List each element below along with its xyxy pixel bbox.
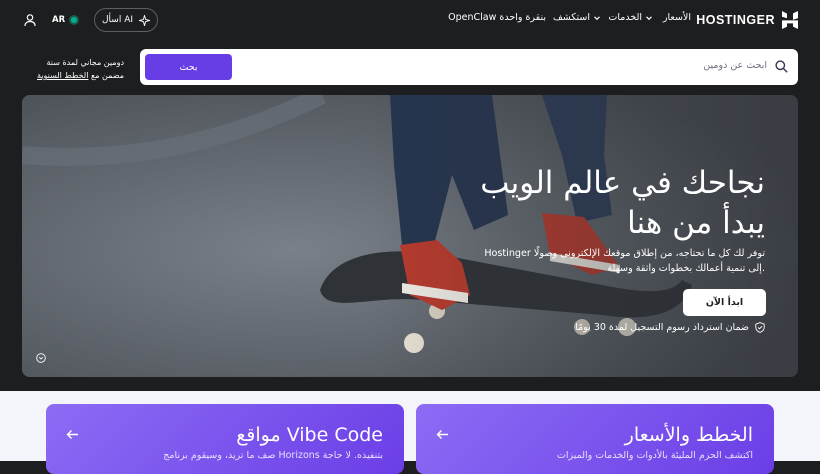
chevron-down-icon [594,15,600,20]
pause-icon[interactable] [36,353,46,363]
hostinger-logo-icon [782,11,798,29]
ask-ai-button[interactable]: اسأل AI [94,8,158,32]
search-input[interactable]: ابحث عن دومين [703,60,767,71]
pricing-card[interactable]: الخطط والأسعار اكتشف الحزم المليئة بالأد… [416,404,774,474]
guarantee-text: ضمان استرداد رسوم التسجيل لمدة 30 يومًا [575,322,749,333]
brand-logo[interactable]: HOSTINGER [696,11,798,29]
ask-ai-label: اسأل AI [102,15,133,25]
card-title: مواقع Vibe Code [236,424,383,446]
status-dot [71,17,78,23]
shield-check-icon [755,322,765,333]
search-button[interactable]: بحث [145,54,232,80]
card-description: صف ما تريد، وسيقوم برنامج Horizons بتنفي… [163,450,383,461]
language-selector[interactable]: AR [52,15,78,25]
nav-services-label: الخدمات [608,12,642,23]
vibe-code-card[interactable]: مواقع Vibe Code صف ما تريد، وسيقوم برنام… [46,404,404,474]
arrow-left-icon [66,430,78,439]
promo-line: دومين مجاني لمدة سنة [46,58,124,67]
features-section: الخطط والأسعار اكتشف الحزم المليئة بالأد… [0,391,820,474]
hero-title-line-2: يبدأ من هنا [627,205,765,241]
brand-name: HOSTINGER [696,13,775,27]
promo-prefix: مضمن مع [90,71,124,80]
arrow-left-icon [436,430,448,439]
search-button-label: بحث [179,61,198,73]
start-now-button[interactable]: ابدأ الآن [683,289,766,316]
language-label: AR [52,15,66,25]
nav-services[interactable]: الخدمات [608,12,653,23]
domain-search-bar: بحث ابحث عن دومين [140,49,798,85]
hero-description: Hostinger توفر لك كل ما تحتاجه، من إطلاق… [484,248,765,274]
hero-banner: نجاحك في عالم الويب يبدأ من هنا Hostinge… [22,95,798,377]
nav-pricing[interactable]: الأسعار [663,12,691,23]
nav-openclaw[interactable]: OpenClaw بنقرة واحدة [448,12,546,23]
hero-title-line: نجاحك في عالم الويب [480,165,765,201]
user-icon[interactable] [23,13,37,27]
nav-explore[interactable]: استكشف [553,12,601,23]
start-now-label: ابدأ الآن [705,297,744,308]
money-back-guarantee: ضمان استرداد رسوم التسجيل لمدة 30 يومًا [575,322,765,333]
hero-title: نجاحك في عالم الويب يبدأ من هنا [435,163,765,243]
top-nav: HOSTINGER الأسعار الخدمات استكشف OpenCla… [0,0,820,40]
chevron-down-icon [646,15,652,20]
nav-explore-label: استكشف [552,12,590,23]
nav-pricing-label: الأسعار [662,12,691,23]
nav-openclaw-label: OpenClaw بنقرة واحدة [448,12,546,23]
card-description: اكتشف الحزم المليئة بالأدوات والخدمات وا… [556,450,753,461]
promo-line-2: مضمن مع الخطط السنوية [22,69,124,82]
card-title: الخطط والأسعار [624,424,753,446]
free-domain-promo: دومين مجاني لمدة سنة مضمن مع الخطط السنو… [22,56,124,82]
annual-plans-link[interactable]: الخطط السنوية [37,71,88,80]
sparkle-icon [139,14,150,26]
search-icon [775,60,788,73]
